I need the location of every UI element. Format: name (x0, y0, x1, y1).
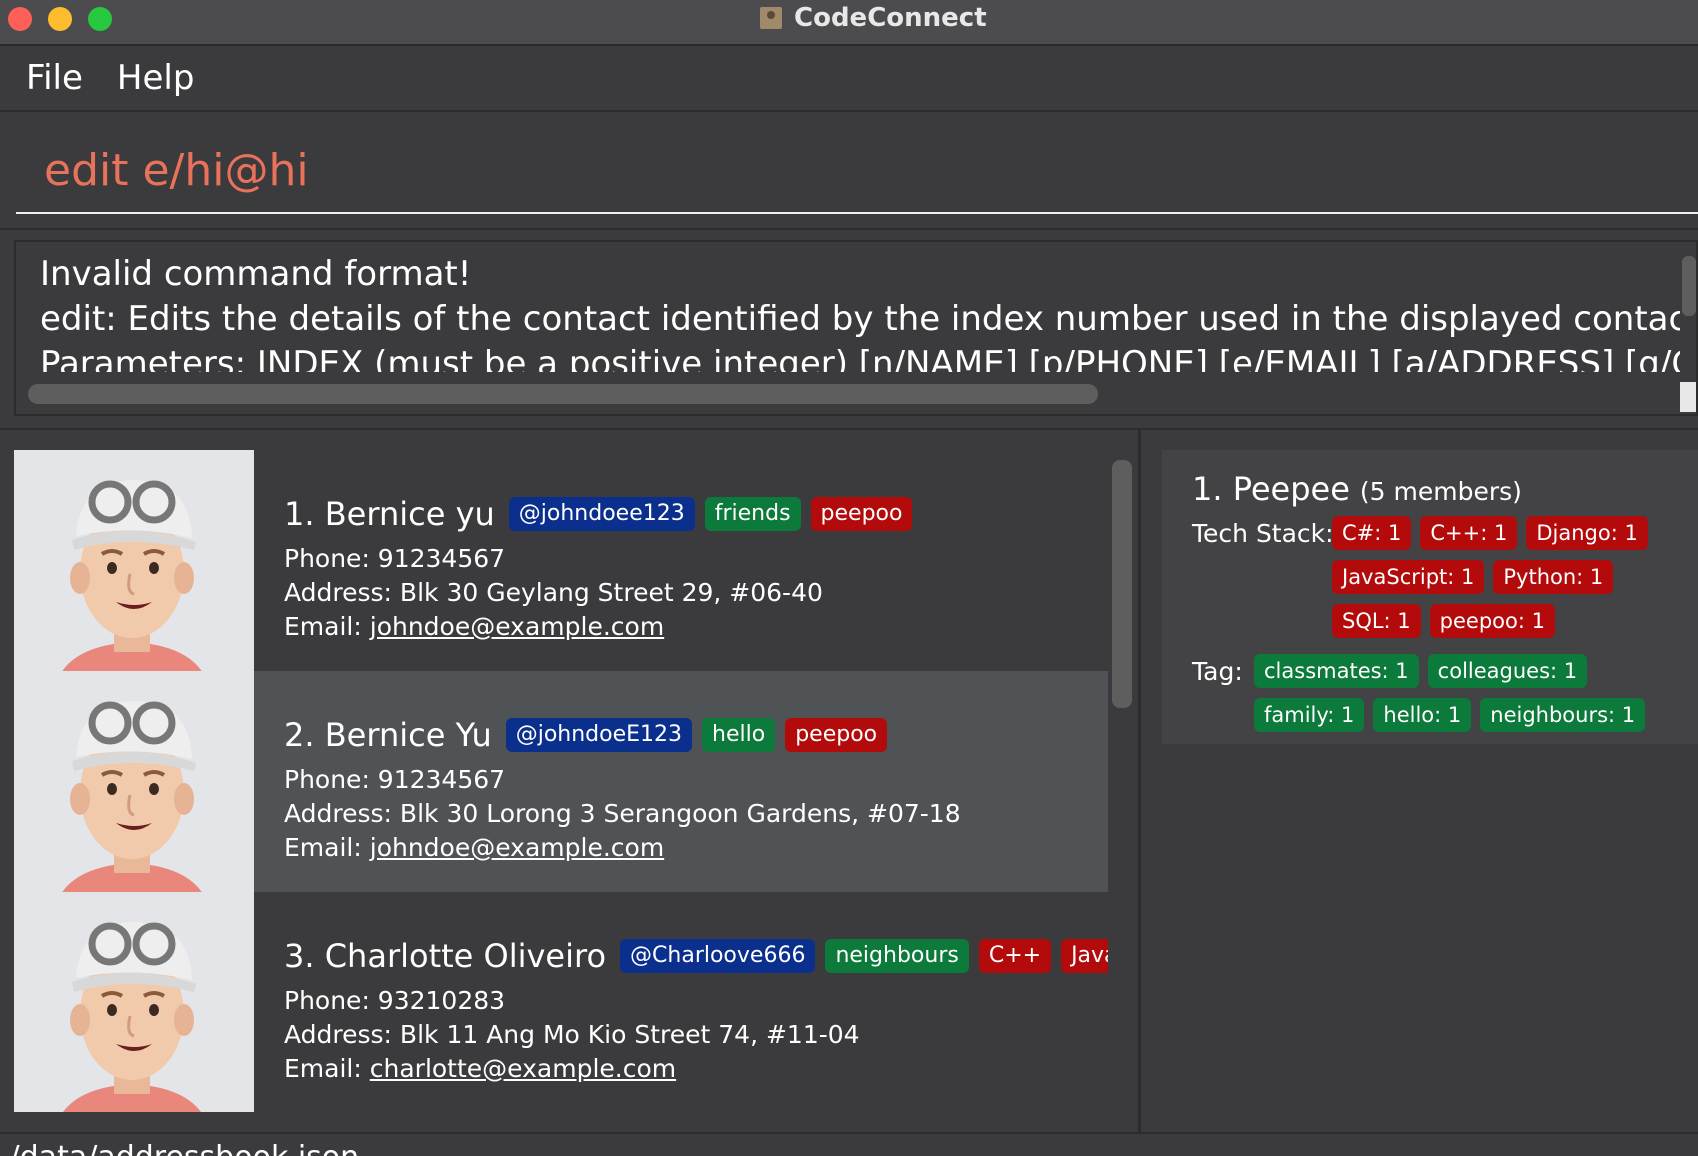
contact-tag: hello (702, 718, 776, 752)
minimize-window-button[interactable] (48, 7, 72, 31)
tech-stack-tag: C#: 1 (1332, 516, 1412, 550)
command-input[interactable] (16, 128, 1698, 214)
maximize-window-button[interactable] (88, 7, 112, 31)
menu-help[interactable]: Help (117, 58, 195, 98)
contact-phone: Phone: 91234567 (284, 765, 506, 794)
contact-tag: neighbours (825, 939, 969, 973)
tech-stack-tag: C++: 1 (1420, 516, 1518, 550)
status-bar: ./data/addressbook.json (0, 1132, 1698, 1156)
contact-card[interactable]: 1. Bernice yu @johndoee123 friends peepoo… (14, 450, 1108, 690)
group-tag: neighbours: 1 (1480, 698, 1646, 732)
result-horizontal-scrollbar[interactable] (28, 384, 1098, 404)
contact-phone: Phone: 93210283 (284, 986, 506, 1015)
group-title: 1. Peepee (5 members) (1192, 470, 1522, 508)
contact-card[interactable]: 3. Charlotte Oliveiro @Charloove666 neig… (14, 892, 1108, 1112)
group-tag: hello: 1 (1373, 698, 1472, 732)
contact-email-link[interactable]: johndoe@example.com (370, 833, 664, 862)
tech-stack-label: Tech Stack: (1192, 519, 1334, 548)
contact-email-label: Email: (284, 612, 362, 641)
github-badge: @johndoeE123 (505, 718, 693, 752)
group-tag: colleagues: 1 (1427, 654, 1588, 688)
main-area: 1. Bernice yu @johndoee123 friends peepoo… (0, 428, 1698, 1134)
contact-card[interactable]: 2. Bernice Yu @johndoeE123 hello peepoo P… (14, 671, 1108, 911)
contact-email-row: Email: johndoe@example.com (284, 614, 1084, 640)
contact-tag: JavaScript (1061, 939, 1108, 973)
avatar (14, 450, 254, 690)
contact-name: 2. Bernice Yu (284, 716, 492, 754)
contact-phone: Phone: 91234567 (284, 544, 506, 573)
window-title: CodeConnect (794, 3, 987, 33)
contact-list-scrollbar[interactable] (1112, 460, 1132, 708)
result-display: Invalid command format! edit: Edits the … (14, 240, 1698, 416)
contact-email-label: Email: (284, 1054, 362, 1083)
contact-details: 3. Charlotte Oliveiro @Charloove666 neig… (284, 936, 1108, 1082)
tech-stack-tag: SQL: 1 (1332, 604, 1421, 638)
group-card[interactable]: 1. Peepee (5 members) Tech Stack: C#: 1C… (1162, 450, 1698, 744)
contact-name-row: 2. Bernice Yu @johndoeE123 hello peepoo (284, 715, 1084, 755)
tech-stack-tag: Django: 1 (1526, 516, 1648, 550)
app-icon (760, 7, 782, 29)
contact-name: 1. Bernice yu (284, 495, 495, 533)
group-name: 1. Peepee (1192, 470, 1350, 508)
window-title-group: CodeConnect (760, 2, 987, 34)
contact-email-label: Email: (284, 833, 362, 862)
group-tag: family: 1 (1254, 698, 1365, 732)
avatar-image (14, 892, 254, 1112)
tech-stack-tag: Python: 1 (1493, 560, 1614, 594)
contact-name-row: 1. Bernice yu @johndoee123 friends peepoo (284, 494, 1084, 534)
contact-address: Address: Blk 30 Geylang Street 29, #06-4… (284, 578, 823, 607)
contact-tag: friends (704, 497, 801, 531)
contact-email-row: Email: johndoe@example.com (284, 835, 1084, 861)
result-display-area: Invalid command format! edit: Edits the … (0, 228, 1698, 428)
avatar (14, 671, 254, 911)
menu-file[interactable]: File (26, 58, 83, 98)
contact-details: 1. Bernice yu @johndoee123 friends peepoo… (284, 494, 1084, 640)
group-tag: classmates: 1 (1254, 654, 1419, 688)
github-badge: @Charloove666 (620, 939, 816, 973)
group-tag-row: Tag: classmates: 1 colleagues: 1 family: 1… (1192, 654, 1674, 732)
contact-name: 3. Charlotte Oliveiro (284, 937, 607, 975)
contact-details: 2. Bernice Yu @johndoeE123 hello peepoo P… (284, 715, 1084, 861)
group-tech-stack-row: Tech Stack: C#: 1 C++: 1 Django: 1 JavaScri… (1192, 516, 1682, 638)
result-text: Invalid command format! edit: Edits the … (40, 254, 1680, 372)
tech-stack-tags: C#: 1 C++: 1 Django: 1 JavaScript: 1 Python:… (1332, 516, 1682, 638)
contact-name-row: 3. Charlotte Oliveiro @Charloove666 neig… (284, 936, 1108, 976)
result-vertical-scrollbar[interactable] (1682, 256, 1696, 316)
close-window-button[interactable] (8, 7, 32, 31)
status-file-path: ./data/addressbook.json (0, 1140, 359, 1156)
github-badge: @johndoee123 (508, 497, 695, 531)
avatar-image (14, 671, 254, 911)
contact-tag: C++ (978, 939, 1052, 973)
tag-label: Tag: (1192, 657, 1243, 686)
contact-list: 1. Bernice yu @johndoee123 friends peepoo… (14, 450, 1108, 1112)
contact-email-link[interactable]: charlotte@example.com (370, 1054, 676, 1083)
scroll-corner (1680, 382, 1696, 412)
contact-address: Address: Blk 11 Ang Mo Kio Street 74, #1… (284, 1020, 860, 1049)
command-box (0, 112, 1698, 226)
menu-bar: File Help (0, 46, 1698, 112)
avatar-image (14, 450, 254, 690)
tech-stack-tag: peepoo: 1 (1429, 604, 1555, 638)
group-tags: classmates: 1 colleagues: 1 family: 1 hello… (1254, 654, 1674, 732)
avatar (14, 892, 254, 1112)
panel-divider[interactable] (1138, 430, 1141, 1134)
title-bar: CodeConnect (0, 0, 1698, 46)
group-member-count: (5 members) (1359, 477, 1522, 506)
contact-address: Address: Blk 30 Lorong 3 Serangoon Garde… (284, 799, 961, 828)
tech-stack-tag: JavaScript: 1 (1332, 560, 1485, 594)
contact-email-link[interactable]: johndoe@example.com (370, 612, 664, 641)
contact-tag: peepoo (810, 497, 913, 531)
contact-tag: peepoo (785, 718, 888, 752)
contact-email-row: Email: charlotte@example.com (284, 1056, 1084, 1082)
